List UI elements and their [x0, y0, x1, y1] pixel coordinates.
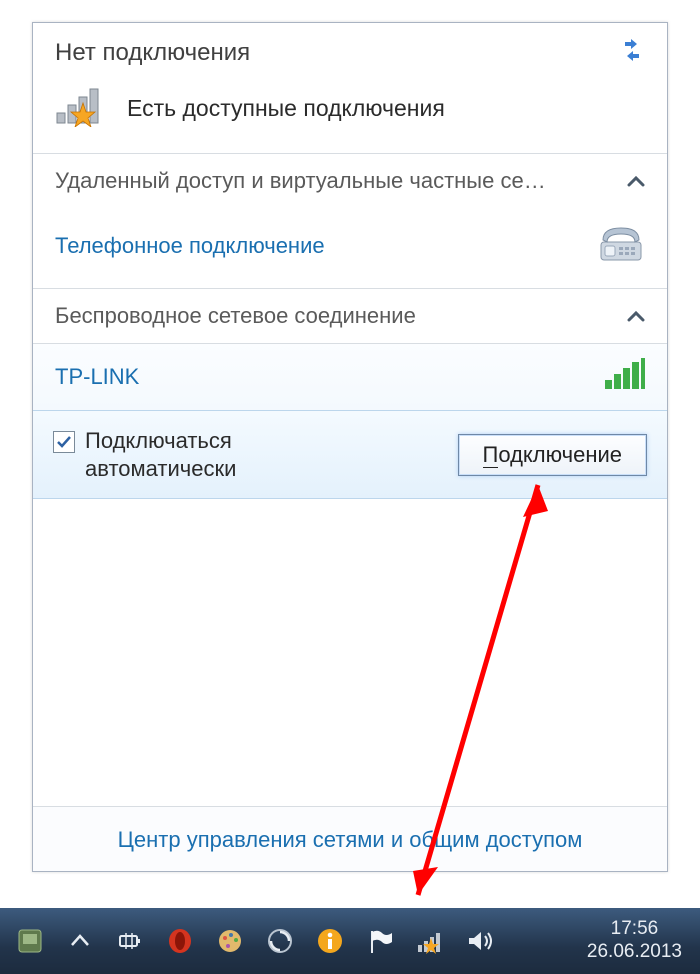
chevron-up-icon — [627, 303, 645, 329]
connect-button[interactable]: Подключение — [458, 434, 648, 476]
network-sharing-center-link[interactable]: Центр управления сетями и общим доступом — [33, 806, 667, 871]
wireless-section-header[interactable]: Беспроводное сетевое соединение — [33, 289, 667, 343]
empty-space — [33, 499, 667, 806]
available-connections-row: Есть доступные подключения — [33, 75, 667, 153]
signal-available-icon — [55, 83, 109, 133]
tray-info-icon[interactable] — [316, 927, 344, 955]
taskbar: 17:56 26.06.2013 — [0, 908, 700, 974]
auto-connect-checkbox[interactable]: Подключаться автоматически — [53, 427, 305, 482]
wifi-network-expanded: Подключаться автоматически Подключение — [33, 410, 667, 499]
section-label: Беспроводное сетевое соединение — [55, 303, 416, 329]
dialup-label: Телефонное подключение — [55, 233, 325, 259]
available-connections-label: Есть доступные подключения — [127, 95, 445, 122]
refresh-icon[interactable] — [619, 39, 645, 67]
phone-modem-icon — [597, 222, 645, 270]
network-flyout: Нет подключения Есть доступные подключен… — [32, 22, 668, 872]
tray-flag-icon[interactable] — [366, 927, 394, 955]
taskbar-clock[interactable]: 17:56 26.06.2013 — [587, 918, 690, 964]
tray-chevron-up-icon[interactable] — [66, 927, 94, 955]
clock-time: 17:56 — [587, 918, 682, 941]
auto-connect-label: Подключаться автоматически — [85, 427, 305, 482]
tray-network-icon[interactable] — [416, 927, 444, 955]
clock-date: 26.06.2013 — [587, 941, 682, 964]
tray-opera-icon[interactable] — [166, 927, 194, 955]
tray-sync-icon[interactable] — [266, 927, 294, 955]
tray-palette-icon[interactable] — [216, 927, 244, 955]
signal-strength-icon — [605, 358, 645, 396]
connection-status-title: Нет подключения — [55, 39, 250, 67]
wifi-ssid: TP-LINK — [55, 364, 139, 390]
system-tray — [16, 927, 494, 955]
tray-app-icon[interactable] — [16, 927, 44, 955]
section-label: Удаленный доступ и виртуальные частные с… — [55, 168, 546, 194]
flyout-header: Нет подключения — [33, 23, 667, 75]
chevron-up-icon — [627, 168, 645, 194]
checkbox-icon — [53, 431, 75, 453]
tray-power-icon[interactable] — [116, 927, 144, 955]
dialup-vpn-section-header[interactable]: Удаленный доступ и виртуальные частные с… — [33, 154, 667, 208]
tray-volume-icon[interactable] — [466, 927, 494, 955]
wifi-network-item[interactable]: TP-LINK — [33, 343, 667, 410]
dialup-connection-item[interactable]: Телефонное подключение — [33, 208, 667, 288]
